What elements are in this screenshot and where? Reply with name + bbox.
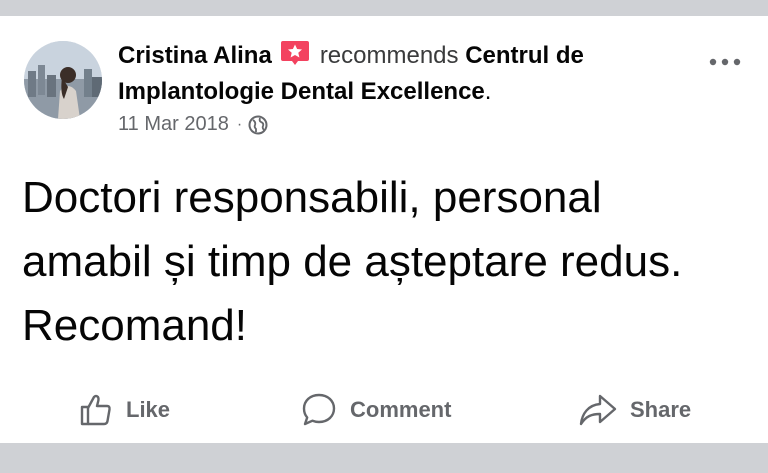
action-bar: Like Comment Share xyxy=(0,388,768,432)
post-header: Cristina Alina recommends Centrul de Imp… xyxy=(118,38,698,110)
star-badge-icon xyxy=(280,39,310,67)
thumbs-up-icon xyxy=(78,392,114,428)
post-date[interactable]: 11 Mar 2018 xyxy=(118,113,229,136)
like-button[interactable]: Like xyxy=(78,388,170,432)
more-options-button[interactable] xyxy=(708,54,742,70)
like-label: Like xyxy=(126,397,171,422)
comment-button[interactable]: Comment xyxy=(300,388,451,432)
share-arrow-icon xyxy=(578,392,618,428)
meta-separator: · xyxy=(236,115,243,133)
recommends-label: recommends xyxy=(319,42,459,69)
header-period: . xyxy=(484,78,492,105)
avatar-photo xyxy=(24,41,102,119)
comment-bubble-icon xyxy=(300,391,338,429)
author-name[interactable]: Cristina Alina xyxy=(118,42,272,69)
post-meta: 11 Mar 2018 · xyxy=(118,113,268,136)
more-dots-icon xyxy=(709,58,741,66)
avatar[interactable] xyxy=(24,41,102,119)
share-label: Share xyxy=(630,397,692,422)
globe-icon xyxy=(248,115,268,135)
bottom-divider xyxy=(0,443,768,473)
top-divider xyxy=(0,0,768,16)
post-body-text: Doctori responsabili, personal amabil și… xyxy=(22,173,683,350)
comment-label: Comment xyxy=(350,397,452,422)
share-button[interactable]: Share xyxy=(578,388,691,432)
recommendation-post: Cristina Alina recommends Centrul de Imp… xyxy=(0,16,768,443)
